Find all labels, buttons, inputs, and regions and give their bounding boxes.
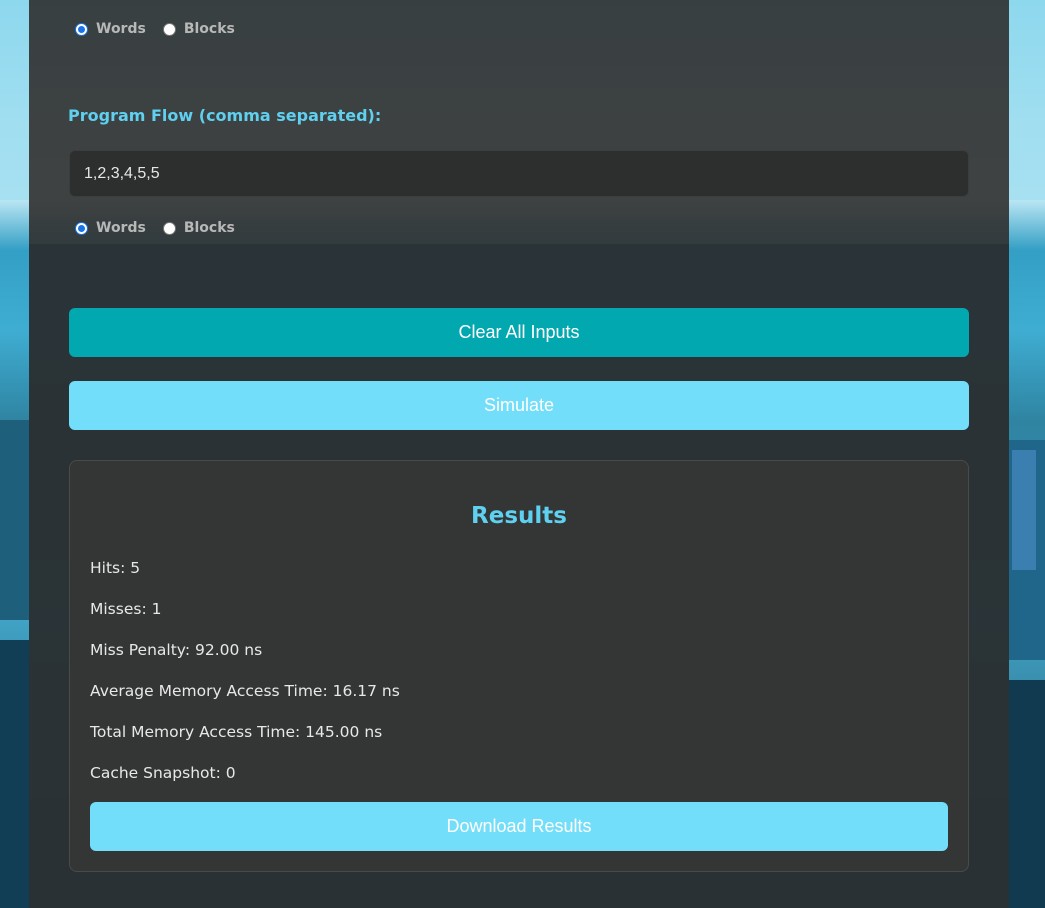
radio-words-program-flow[interactable] — [75, 221, 88, 235]
radio-label-words: Words — [96, 21, 146, 37]
radio-label-blocks: Blocks — [183, 220, 235, 236]
block-size-unit-radio-group: Words Blocks — [72, 21, 249, 37]
results-title: Results — [471, 503, 567, 529]
download-results-button[interactable]: Download Results — [90, 802, 948, 851]
results-card: Results Hits: 5 Misses: 1 Miss Penalty: … — [69, 460, 969, 872]
radio-label-words: Words — [96, 220, 146, 236]
result-misses: Misses: 1 — [90, 600, 162, 618]
radio-words-block-size[interactable] — [75, 22, 88, 36]
radio-blocks-program-flow[interactable] — [162, 221, 176, 235]
radio-label-blocks: Blocks — [183, 21, 235, 37]
result-average-access-time: Average Memory Access Time: 16.17 ns — [90, 682, 400, 700]
simulate-button[interactable]: Simulate — [69, 381, 969, 430]
result-hits: Hits: 5 — [90, 559, 141, 577]
program-flow-input[interactable]: 1,2,3,4,5,5 — [69, 150, 969, 197]
radio-blocks-block-size[interactable] — [162, 22, 176, 36]
clear-all-inputs-button[interactable]: Clear All Inputs — [69, 308, 969, 357]
result-total-access-time: Total Memory Access Time: 145.00 ns — [90, 723, 383, 741]
program-flow-unit-radio-group: Words Blocks — [72, 220, 249, 236]
result-miss-penalty: Miss Penalty: 92.00 ns — [90, 641, 263, 659]
result-cache-snapshot: Cache Snapshot: 0 — [90, 764, 236, 782]
program-flow-label: Program Flow (comma separated): — [68, 106, 382, 125]
